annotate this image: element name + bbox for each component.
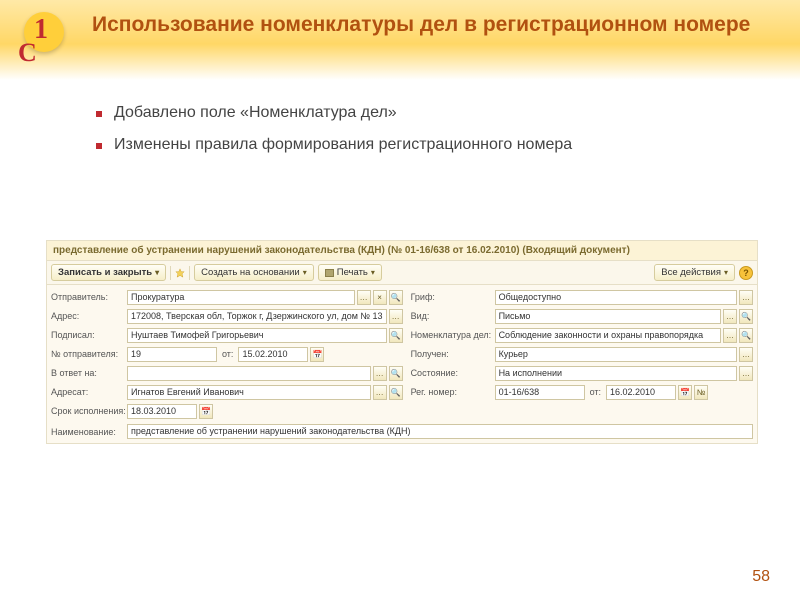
document-form-window: представление об устранении нарушений за… bbox=[46, 240, 758, 444]
page-number: 58 bbox=[752, 568, 770, 586]
button-label: Все действия bbox=[661, 267, 721, 278]
bullet-list: Добавлено поле «Номенклатура дел» Измене… bbox=[96, 104, 800, 154]
chevron-down-icon: ▾ bbox=[371, 268, 375, 277]
state-label: Состояние: bbox=[411, 368, 495, 378]
reg-date-input[interactable]: 16.02.2010 bbox=[606, 385, 676, 400]
select-button[interactable]: … bbox=[739, 347, 753, 362]
grif-label: Гриф: bbox=[411, 292, 495, 302]
select-button[interactable]: … bbox=[723, 328, 737, 343]
button-label: Записать и закрыть bbox=[58, 267, 152, 278]
magnifier-icon: 🔍 bbox=[741, 331, 751, 340]
open-button[interactable]: 🔍 bbox=[389, 290, 403, 305]
bullet-item: Изменены правила формирования регистраци… bbox=[96, 136, 800, 154]
received-input[interactable]: Курьер bbox=[495, 347, 737, 362]
sender-label: Отправитель: bbox=[51, 292, 127, 302]
button-label: Создать на основании bbox=[201, 267, 300, 278]
magnifier-icon: 🔍 bbox=[391, 293, 401, 302]
open-button[interactable]: 🔍 bbox=[389, 385, 403, 400]
calendar-icon: 📅 bbox=[201, 407, 211, 416]
clear-button[interactable]: × bbox=[373, 290, 387, 305]
button-label: Печать bbox=[337, 267, 368, 278]
magnifier-icon: 🔍 bbox=[741, 312, 751, 321]
name-label: Наименование: bbox=[51, 427, 127, 437]
select-button[interactable]: … bbox=[373, 366, 387, 381]
calendar-button[interactable]: 📅 bbox=[310, 347, 324, 362]
window-title: представление об устранении нарушений за… bbox=[47, 241, 757, 261]
calendar-icon: 📅 bbox=[680, 388, 690, 397]
open-button[interactable]: 🔍 bbox=[739, 309, 753, 324]
open-button[interactable]: 🔍 bbox=[389, 328, 403, 343]
magnifier-icon: 🔍 bbox=[391, 369, 401, 378]
chevron-down-icon: ▾ bbox=[155, 268, 159, 277]
select-button[interactable]: … bbox=[357, 290, 371, 305]
reply-input[interactable] bbox=[127, 366, 371, 381]
form-body: Отправитель: Прокуратура … × 🔍 Адрес: 17… bbox=[47, 285, 757, 424]
select-button[interactable]: … bbox=[373, 385, 387, 400]
print-button[interactable]: Печать ▾ bbox=[318, 264, 382, 281]
save-close-button[interactable]: Записать и закрыть ▾ bbox=[51, 264, 166, 281]
reg-no-input[interactable]: 01-16/638 bbox=[495, 385, 585, 400]
addressee-label: Адресат: bbox=[51, 387, 127, 397]
address-input[interactable]: 172008, Тверская обл, Торжок г, Дзержинс… bbox=[127, 309, 387, 324]
bullet-item: Добавлено поле «Номенклатура дел» bbox=[96, 104, 800, 122]
state-input[interactable]: На исполнении bbox=[495, 366, 737, 381]
sender-date-label: от: bbox=[219, 349, 236, 359]
magnifier-icon: 🔍 bbox=[391, 388, 401, 397]
grif-input[interactable]: Общедоступно bbox=[495, 290, 737, 305]
chevron-down-icon: ▾ bbox=[724, 268, 728, 277]
calendar-button[interactable]: 📅 bbox=[678, 385, 692, 400]
select-button[interactable]: … bbox=[739, 290, 753, 305]
separator bbox=[170, 266, 171, 280]
signed-label: Подписал: bbox=[51, 330, 127, 340]
open-button[interactable]: 🔍 bbox=[739, 328, 753, 343]
create-based-on-button[interactable]: Создать на основании ▾ bbox=[194, 264, 314, 281]
calendar-button[interactable]: 📅 bbox=[199, 404, 213, 419]
right-column: Гриф: Общедоступно … Вид: Письмо … 🔍 Ном… bbox=[411, 289, 753, 422]
kind-label: Вид: bbox=[411, 311, 495, 321]
select-button[interactable]: … bbox=[723, 309, 737, 324]
separator bbox=[189, 266, 190, 280]
printer-icon bbox=[325, 269, 334, 277]
slide-header: 1 С Использование номенклатуры дел в рег… bbox=[0, 0, 800, 80]
all-actions-button[interactable]: Все действия ▾ bbox=[654, 264, 735, 281]
sender-input[interactable]: Прокуратура bbox=[127, 290, 355, 305]
reg-date-label: от: bbox=[587, 387, 604, 397]
left-column: Отправитель: Прокуратура … × 🔍 Адрес: 17… bbox=[51, 289, 403, 422]
logo-1c: 1 С bbox=[16, 12, 76, 72]
kind-input[interactable]: Письмо bbox=[495, 309, 721, 324]
deadline-label: Срок исполнения: bbox=[51, 406, 127, 416]
assign-number-button[interactable]: № bbox=[694, 385, 708, 400]
toolbar: Записать и закрыть ▾ Создать на основани… bbox=[47, 261, 757, 285]
sender-no-label: № отправителя: bbox=[51, 349, 127, 359]
nomenclature-input[interactable]: Соблюдение законности и охраны правопоря… bbox=[495, 328, 721, 343]
sender-no-input[interactable]: 19 bbox=[127, 347, 217, 362]
select-button[interactable]: … bbox=[389, 309, 403, 324]
help-button[interactable]: ? bbox=[739, 266, 753, 280]
sender-date-input[interactable]: 15.02.2010 bbox=[238, 347, 308, 362]
slide-title: Использование номенклатуры дел в регистр… bbox=[92, 12, 800, 38]
name-row: Наименование: представление об устранени… bbox=[47, 424, 757, 443]
deadline-input[interactable]: 18.03.2010 bbox=[127, 404, 197, 419]
magnifier-icon: 🔍 bbox=[391, 331, 401, 340]
received-label: Получен: bbox=[411, 349, 495, 359]
signed-input[interactable]: Нуштаев Тимофей Григорьевич bbox=[127, 328, 387, 343]
addressee-input[interactable]: Игнатов Евгений Иванович bbox=[127, 385, 371, 400]
nomenclature-label: Номенклатура дел: bbox=[411, 330, 495, 340]
select-button[interactable]: … bbox=[739, 366, 753, 381]
star-icon[interactable] bbox=[175, 268, 185, 278]
calendar-icon: 📅 bbox=[312, 350, 322, 359]
open-button[interactable]: 🔍 bbox=[389, 366, 403, 381]
reg-no-label: Рег. номер: bbox=[411, 387, 495, 397]
chevron-down-icon: ▾ bbox=[303, 268, 307, 277]
name-input[interactable]: представление об устранении нарушений за… bbox=[127, 424, 753, 439]
reply-label: В ответ на: bbox=[51, 368, 127, 378]
address-label: Адрес: bbox=[51, 311, 127, 321]
